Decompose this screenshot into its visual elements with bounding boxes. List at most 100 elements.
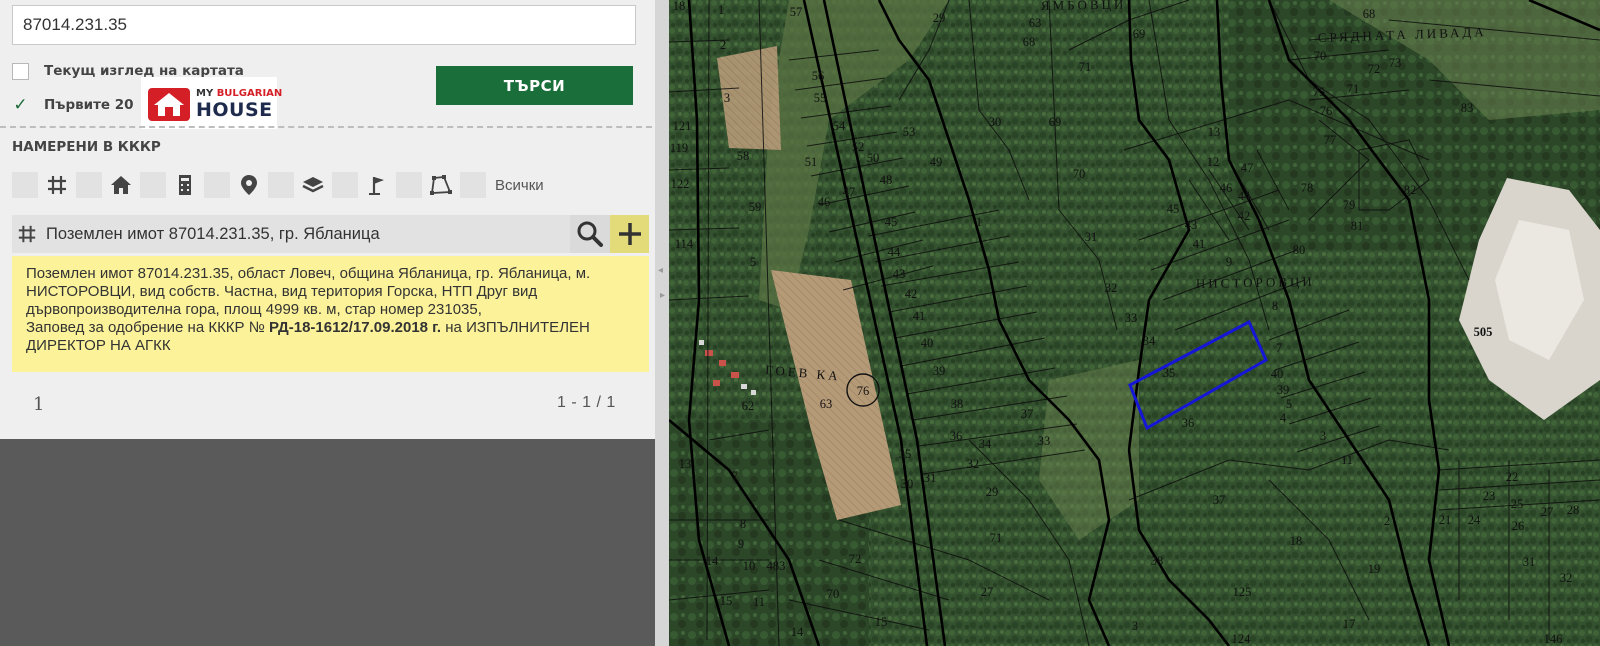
parcel-number-label: 14 xyxy=(706,554,719,568)
filter-checkbox[interactable] xyxy=(140,172,166,198)
expand-arrow-icon[interactable]: ▸ xyxy=(660,290,665,301)
search-button[interactable]: ТЪРСИ xyxy=(436,66,633,105)
parcel-number-label: 63 xyxy=(1029,16,1042,30)
parcel-number-label: 43 xyxy=(1185,218,1198,232)
parcel-number-label: 505 xyxy=(1474,325,1493,339)
parcel-number-label: 42 xyxy=(1238,209,1251,223)
parcel-number-label: 24 xyxy=(1468,513,1481,527)
add-result-button[interactable] xyxy=(610,215,649,253)
panel-splitter[interactable]: ◂ ▸ xyxy=(655,0,669,646)
parcel-number-label: 122 xyxy=(671,177,690,191)
parcel-number-label: 34 xyxy=(1143,334,1156,348)
parcel-number-label: 7 xyxy=(732,469,738,483)
parcel-number-label: 36 xyxy=(950,429,963,443)
house-logo-icon xyxy=(148,88,190,121)
parcel-number-label: 1 xyxy=(718,3,724,17)
parcel-number-label: 57 xyxy=(790,5,803,19)
parcel-number-label: 26 xyxy=(1512,519,1525,533)
first-results-checkbox[interactable]: ✓ xyxy=(12,95,29,114)
parcel-number-label: 12 xyxy=(1207,155,1220,169)
search-panel: Текущ изглед на картата ✓ Първите 20 ТЪР… xyxy=(0,0,655,439)
result-info-card: Поземлен имот 87014.231.35, област Ловеч… xyxy=(12,256,649,372)
parcel-number-label: 3 xyxy=(1132,619,1138,633)
parcel-number-label: 13 xyxy=(1208,125,1221,139)
map-label-layer: ЯМБОВЦИ СРЯДНАТА ЛИВАДА НИСТОРОВЦИ ГОЕВ КА 7… xyxy=(670,0,1579,646)
filter-checkbox[interactable] xyxy=(204,172,230,198)
parcel-number-label: 63 xyxy=(820,397,833,411)
parcel-number-label: 39 xyxy=(1277,383,1290,397)
parcel-number-label: 56 xyxy=(812,69,825,83)
parcel-number-label: 119 xyxy=(670,141,688,155)
parcel-number-label: 34 xyxy=(979,437,992,451)
filter-checkbox[interactable] xyxy=(332,172,358,198)
parcel-number-label: 18 xyxy=(1290,534,1303,548)
parcel-number-label: 70 xyxy=(1314,49,1327,63)
collapse-arrow-icon[interactable]: ◂ xyxy=(658,265,663,276)
parcel-number-label: 23 xyxy=(1483,489,1496,503)
parcel-grid-icon xyxy=(12,215,42,253)
parcel-number-label: 42 xyxy=(905,287,918,301)
filter-row: Всички xyxy=(12,172,544,198)
filter-all-label: Всички xyxy=(495,176,544,194)
filter-all-checkbox[interactable] xyxy=(460,172,486,198)
parcel-number-label: 44 xyxy=(888,245,901,259)
parcel-number-label: 40 xyxy=(921,336,934,350)
first-results-label: Първите 20 xyxy=(44,97,134,113)
parcel-number-label: 125 xyxy=(1233,585,1252,599)
parcel-number-label: 71 xyxy=(1347,82,1360,96)
parcel-number-label: 69 xyxy=(1049,115,1062,129)
parcel-number-label: 45 xyxy=(885,215,898,229)
parcel-number-label: 27 xyxy=(1541,505,1554,519)
parcel-number-label: 49 xyxy=(930,155,943,169)
parcel-number-label: 8 xyxy=(740,517,746,531)
parcel-number-label: 70 xyxy=(1073,167,1086,181)
parcel-number-label: 39 xyxy=(933,364,946,378)
parcel-number-label: 37 xyxy=(1213,493,1226,507)
parcel-number-label: 19 xyxy=(1368,562,1381,576)
section-divider xyxy=(0,126,652,128)
parcel-number-label: 21 xyxy=(1439,513,1452,527)
map-place-name: СРЯДНАТА ЛИВАДА xyxy=(1318,24,1487,45)
parcel-number-label: 47 xyxy=(1241,161,1254,175)
filter-checkbox[interactable] xyxy=(76,172,102,198)
search-input[interactable] xyxy=(12,5,636,45)
parcel-number-label: 124 xyxy=(1232,632,1252,646)
parcel-number-label: 1 xyxy=(976,215,982,229)
location-pin-icon[interactable] xyxy=(230,172,268,198)
map-place-name: НИСТОРОВЦИ xyxy=(1196,274,1315,291)
parcel-number-label: 72 xyxy=(849,552,862,566)
parcel-number-label: 51 xyxy=(805,155,818,169)
polygon-icon[interactable] xyxy=(422,172,460,198)
zoom-to-result-button[interactable] xyxy=(570,215,610,253)
first-results-option[interactable]: ✓ Първите 20 xyxy=(12,95,134,115)
pager-page[interactable]: 1 xyxy=(33,394,44,415)
parcel-number-label: 41 xyxy=(913,309,926,323)
cadastral-map[interactable]: ЯМБОВЦИ СРЯДНАТА ЛИВАДА НИСТОРОВЦИ ГОЕВ КА 7… xyxy=(669,0,1600,646)
parcel-number-label: 47 xyxy=(843,185,856,199)
plus-icon xyxy=(618,223,641,245)
home-icon[interactable] xyxy=(102,172,140,198)
parcel-number-label: 33 xyxy=(1125,311,1138,325)
parcel-number-label: 5 xyxy=(750,255,756,269)
building-icon[interactable] xyxy=(166,172,204,198)
result-item[interactable]: Поземлен имот 87014.231.35, гр. Ябланица xyxy=(12,215,649,253)
parcel-number-label: 31 xyxy=(1523,555,1536,569)
filter-checkbox[interactable] xyxy=(268,172,294,198)
parcel-number-label: 22 xyxy=(1506,470,1519,484)
parcel-number-label: 78 xyxy=(1301,181,1314,195)
current-view-checkbox[interactable] xyxy=(12,62,29,80)
parcel-number-label: 41 xyxy=(1193,237,1206,251)
filter-checkbox[interactable] xyxy=(12,172,38,198)
parcel-number-label: 79 xyxy=(1343,198,1356,212)
logo-text-house: HOUSE xyxy=(196,99,273,121)
flag-icon[interactable] xyxy=(358,172,396,198)
parcel-number-label: 72 xyxy=(1368,62,1381,76)
parcel-number-label: 30 xyxy=(989,115,1002,129)
filter-checkbox[interactable] xyxy=(396,172,422,198)
grid-icon[interactable] xyxy=(38,172,76,198)
parcel-number-label: 62 xyxy=(742,399,755,413)
parcel-number-label: 11 xyxy=(753,595,765,609)
parcel-number-label: 69 xyxy=(1133,27,1146,41)
parcel-number-label: 38 xyxy=(951,397,964,411)
layers-icon[interactable] xyxy=(294,172,332,198)
